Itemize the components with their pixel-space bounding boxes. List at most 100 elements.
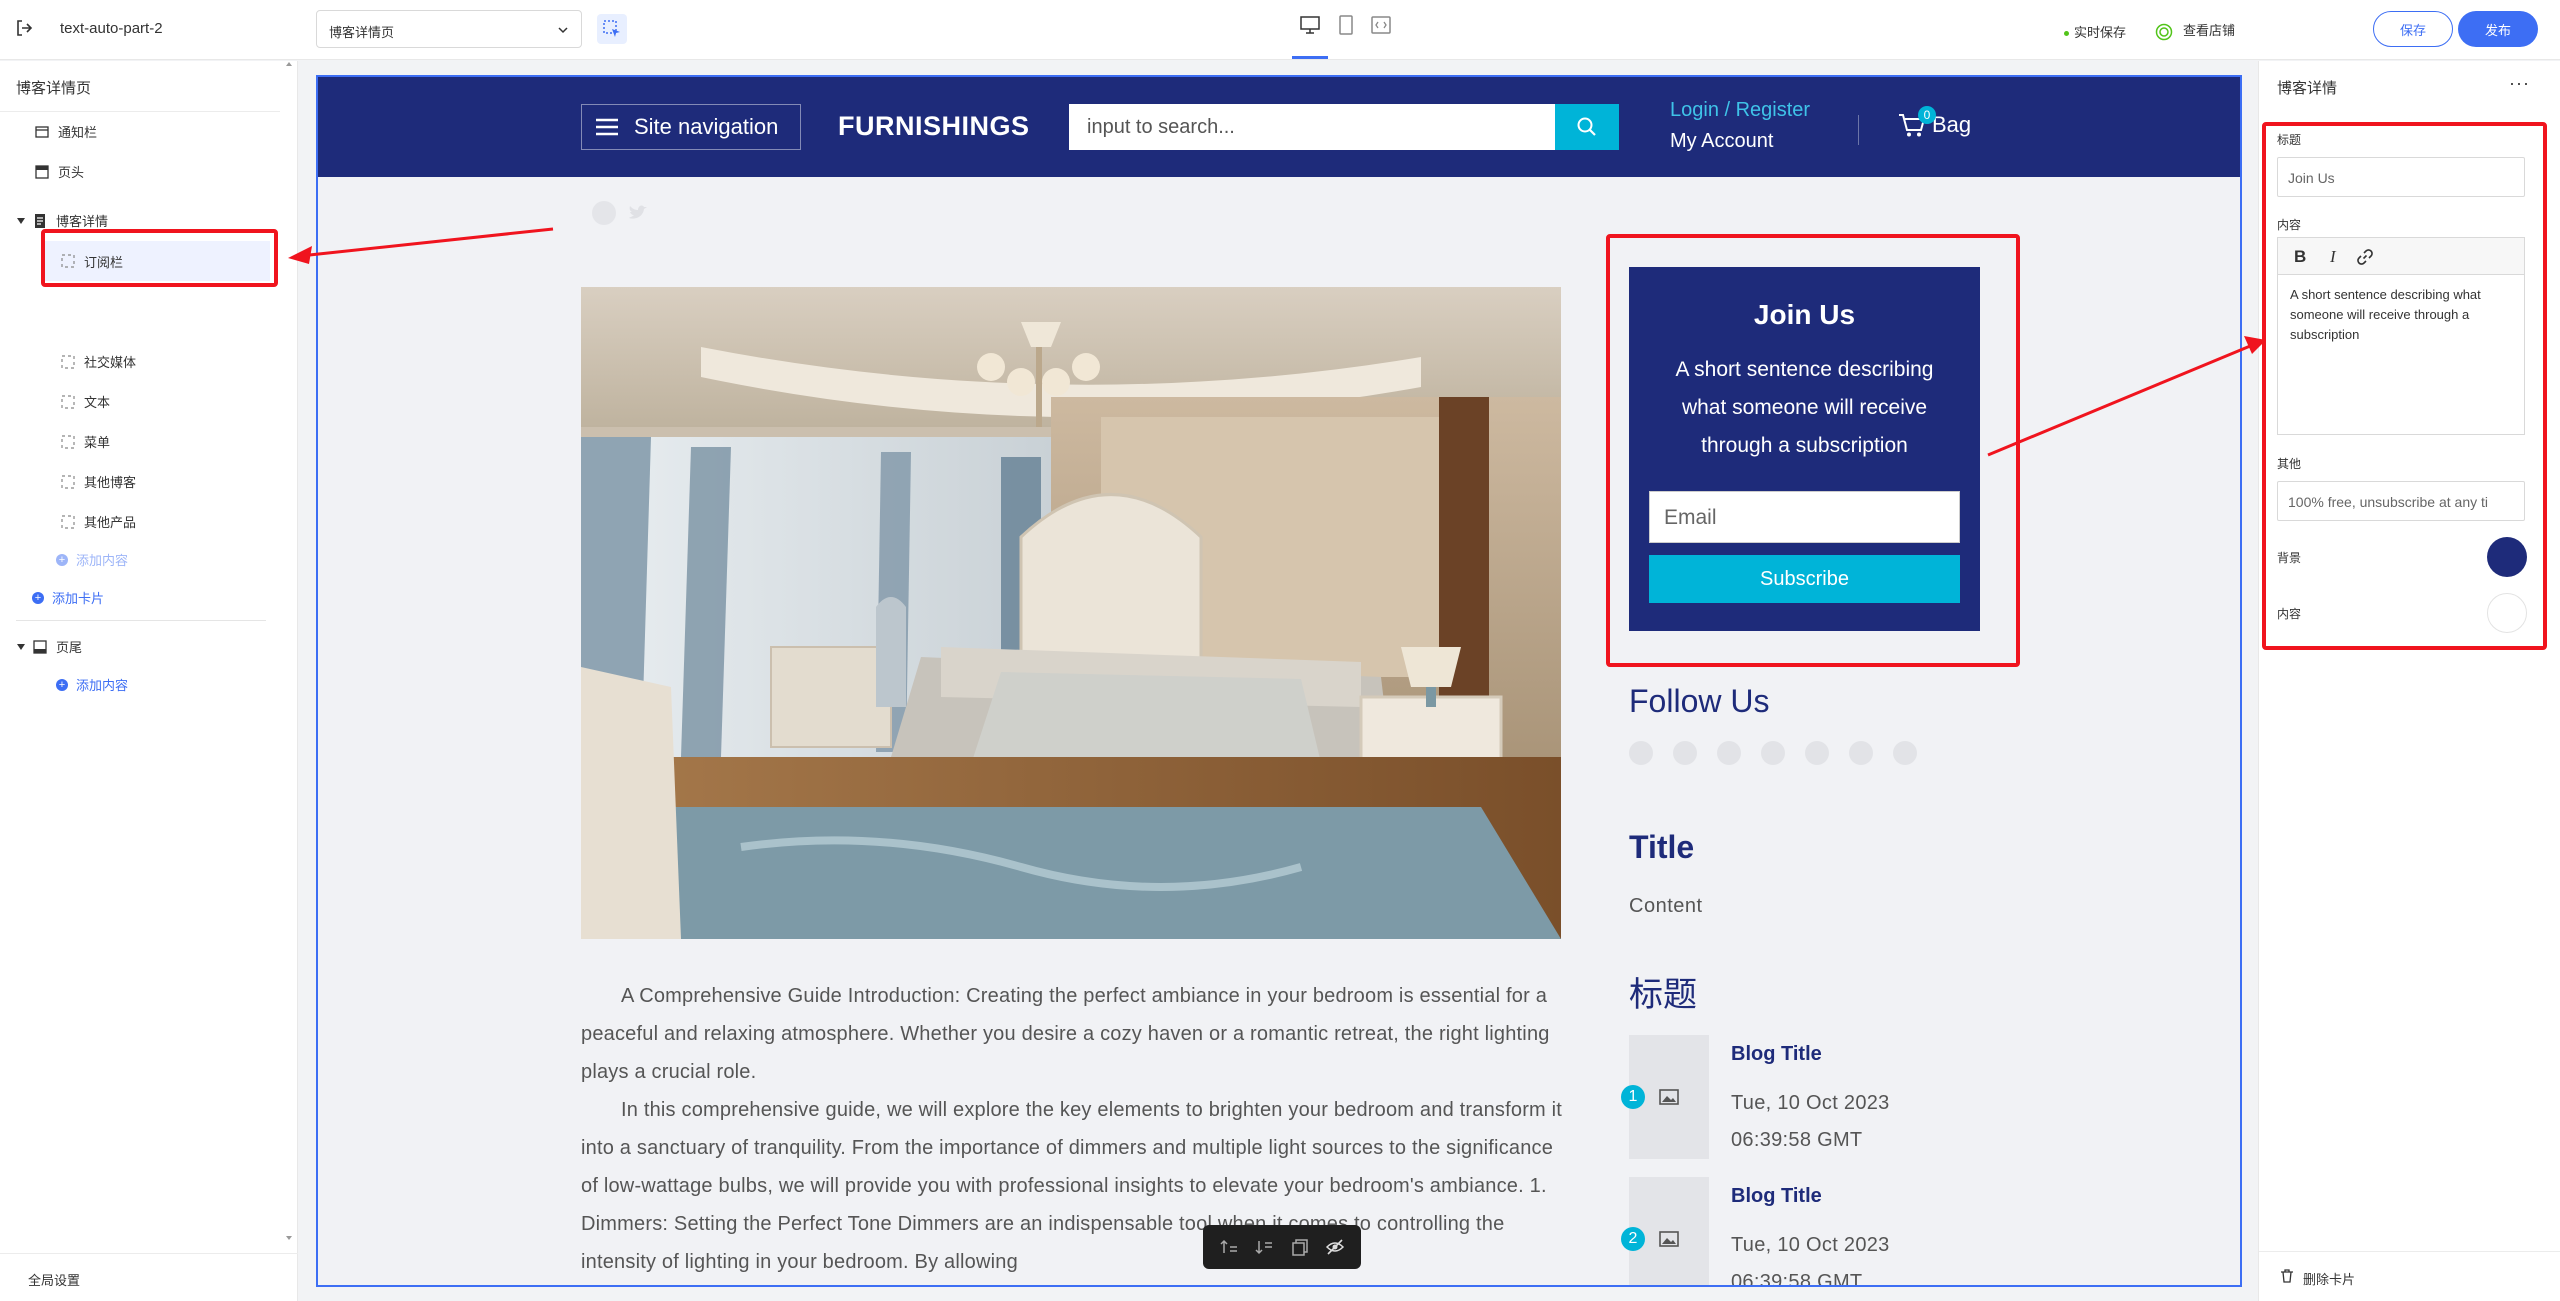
footer-add-content-button[interactable]: + 添加内容 <box>56 675 128 694</box>
caret-down-icon[interactable] <box>16 216 26 226</box>
bag-count-badge: 0 <box>1918 106 1936 124</box>
content-color-label: 内容 <box>2277 607 2302 621</box>
content-field-label: 内容 <box>2277 218 2302 232</box>
plus-icon: + <box>32 591 44 604</box>
tumblr-icon[interactable] <box>1849 741 1873 765</box>
editor-canvas[interactable]: Site navigation FURNISHINGS input to sea… <box>316 75 2242 1287</box>
block-icon <box>61 254 75 268</box>
content-color-swatch[interactable] <box>2487 593 2527 633</box>
save-button[interactable]: 保存 <box>2373 11 2453 47</box>
blog-article-text[interactable]: A Comprehensive Guide Introduction: Crea… <box>581 977 1563 1281</box>
right-property-panel: 博客详情 ··· 标题 Join Us 内容 B I A short sente… <box>2258 61 2560 1301</box>
add-content-button[interactable]: + 添加内容 <box>56 550 128 569</box>
tree-item-social-media[interactable]: 社交媒体 <box>60 352 136 371</box>
blog-date: Tue, 10 Oct 2023 06:39:58 GMT <box>1731 1234 1890 1287</box>
site-search-button[interactable] <box>1555 104 1619 150</box>
select-element-tool[interactable] <box>597 14 627 44</box>
tablet-view-icon[interactable] <box>1335 14 1357 36</box>
search-icon <box>1577 117 1596 136</box>
subscribe-email-input[interactable]: Email <box>1649 491 1960 543</box>
text-block-title: Title <box>1629 829 1695 865</box>
facebook-icon[interactable] <box>1629 741 1653 765</box>
background-color-label: 背景 <box>2277 551 2302 565</box>
tree-item-other-blogs[interactable]: 其他博客 <box>60 472 136 491</box>
image-placeholder-icon <box>1659 1231 1679 1247</box>
move-up-icon[interactable] <box>1219 1237 1239 1257</box>
title-field[interactable]: Join Us <box>2277 157 2525 197</box>
trash-icon <box>2281 1269 2293 1283</box>
plus-icon: + <box>56 678 68 691</box>
global-settings-button[interactable]: 全局设置 <box>28 1270 80 1289</box>
move-down-icon[interactable] <box>1254 1237 1274 1257</box>
background-color-swatch[interactable] <box>2487 537 2527 577</box>
article-paragraph: A Comprehensive Guide Introduction: Crea… <box>581 985 1550 1083</box>
desktop-view-icon[interactable] <box>1299 14 1321 36</box>
block-icon <box>61 354 75 369</box>
title-field-label: 标题 <box>2277 133 2302 147</box>
page-select-value: 博客详情页 <box>329 25 395 40</box>
bag-button[interactable]: 0 Bag <box>1898 106 1971 138</box>
panel-title: 博客详情 <box>2277 80 2338 97</box>
site-navigation-button[interactable]: Site navigation <box>581 104 801 150</box>
copy-icon[interactable] <box>1290 1237 1310 1257</box>
view-store-link[interactable]: 查看店铺 <box>2155 20 2235 41</box>
site-logo[interactable]: FURNISHINGS <box>838 111 1030 142</box>
subscribe-button[interactable]: Subscribe <box>1649 555 1960 603</box>
blog-title[interactable]: Blog Title <box>1731 1043 1822 1066</box>
blog-hero-image[interactable] <box>581 287 1561 939</box>
block-icon <box>61 434 75 449</box>
site-header: Site navigation FURNISHINGS input to sea… <box>318 77 2240 177</box>
more-options-icon[interactable]: ··· <box>2509 73 2530 94</box>
floating-toolbar <box>1203 1225 1361 1269</box>
autosave-status: 实时保存 <box>2064 22 2126 41</box>
subscribe-description: A short sentence describing what someone… <box>1675 358 1934 457</box>
twitter-icon[interactable] <box>1805 741 1829 765</box>
twitter-icon[interactable] <box>626 201 650 225</box>
blog-list-item[interactable]: 1 Blog Title Tue, 10 Oct 2023 06:39:58 G… <box>1621 1035 2029 1159</box>
login-register-link[interactable]: Login / Register <box>1670 99 1810 122</box>
tiktok-icon[interactable] <box>1761 741 1785 765</box>
tree-item-blog-detail[interactable]: 博客详情 <box>16 211 108 230</box>
plus-icon: + <box>56 553 68 566</box>
tree-item-other-products[interactable]: 其他产品 <box>60 512 136 531</box>
exit-icon[interactable] <box>14 18 34 38</box>
tree-item-footer[interactable]: 页尾 <box>16 637 82 656</box>
site-search-input[interactable]: input to search... <box>1069 104 1555 150</box>
my-account-link[interactable]: My Account <box>1670 130 1773 153</box>
subscribe-bar-card[interactable]: Join Us A short sentence describing what… <box>1629 267 1980 631</box>
article-paragraph: In this comprehensive guide, we will exp… <box>581 1099 1563 1273</box>
blog-title[interactable]: Blog Title <box>1731 1185 1822 1208</box>
add-card-button[interactable]: + 添加卡片 <box>32 588 104 607</box>
bold-button[interactable]: B <box>2294 247 2306 267</box>
delete-card-button[interactable]: 删除卡片 <box>2303 1269 2355 1288</box>
link-icon[interactable] <box>2356 248 2374 266</box>
block-icon <box>61 514 75 529</box>
chevron-down-icon <box>558 27 568 34</box>
tree-item-text[interactable]: 文本 <box>60 392 110 411</box>
tree-item-notice[interactable]: 通知栏 <box>34 122 97 141</box>
blog-list-item[interactable]: 2 Blog Title Tue, 10 Oct 2023 06:39:58 G… <box>1621 1177 2029 1287</box>
scrollbar[interactable] <box>285 61 293 1241</box>
instagram-icon[interactable] <box>1673 741 1697 765</box>
blog-rank-badge: 1 <box>1621 1085 1645 1109</box>
facebook-icon[interactable] <box>592 201 616 225</box>
header-icon <box>35 164 49 179</box>
hide-icon[interactable] <box>1325 1237 1345 1257</box>
tree-item-menu[interactable]: 菜单 <box>60 432 110 451</box>
youtube-icon[interactable] <box>1717 741 1741 765</box>
publish-button[interactable]: 发布 <box>2458 11 2538 47</box>
tree-item-header[interactable]: 页头 <box>34 162 84 181</box>
share-icons <box>592 201 650 225</box>
other-field[interactable]: 100% free, unsubscribe at any ti <box>2277 481 2525 521</box>
content-rich-text-editor[interactable]: A short sentence describing what someone… <box>2277 275 2525 435</box>
left-sidebar: 博客详情页 通知栏 页头 博客详情 订阅栏 社交媒体 文本 菜单 其他博客 其他… <box>0 61 298 1301</box>
tree-item-subscribe-bar[interactable]: 订阅栏 <box>44 241 270 281</box>
footer-icon <box>33 639 47 654</box>
page-select[interactable]: 博客详情页 <box>316 10 582 48</box>
code-view-icon[interactable] <box>1370 14 1392 36</box>
caret-down-icon[interactable] <box>16 642 26 652</box>
vimeo-icon[interactable] <box>1893 741 1917 765</box>
block-icon <box>61 394 75 409</box>
italic-button[interactable]: I <box>2330 247 2336 267</box>
other-field-label: 其他 <box>2277 457 2302 471</box>
